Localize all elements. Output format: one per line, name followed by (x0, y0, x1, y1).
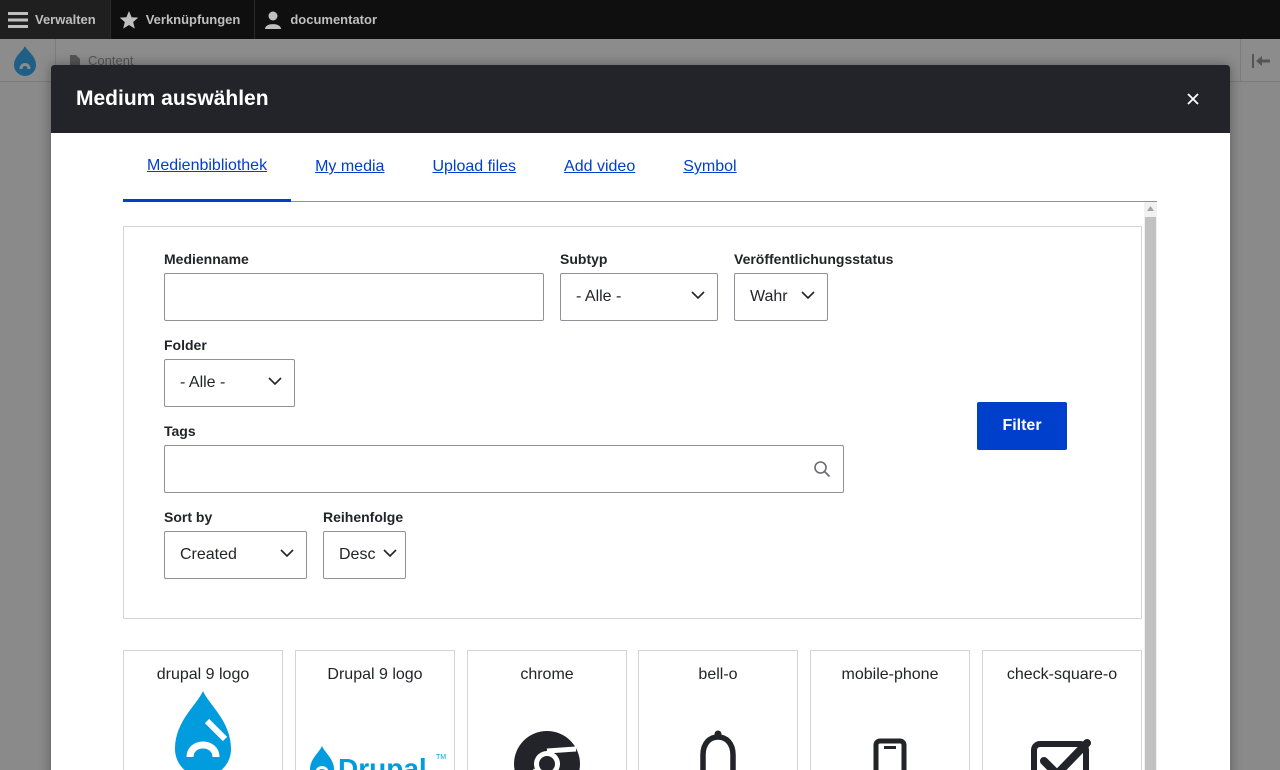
hamburger-icon (8, 11, 28, 28)
subtype-value: - Alle - (576, 288, 622, 305)
subtype-select[interactable]: - Alle - (560, 273, 718, 321)
order-label: Reihenfolge (323, 509, 404, 525)
chevron-down-icon (268, 377, 282, 386)
close-button[interactable] (1181, 87, 1205, 111)
svg-text:TM: TM (436, 754, 446, 761)
status-value: Wahr (750, 288, 788, 305)
search-icon (814, 461, 831, 478)
media-item[interactable]: drupal 9 logo (123, 650, 283, 770)
status-select[interactable]: Wahr (734, 273, 828, 321)
media-item-title: bell-o (698, 666, 738, 683)
media-item-title: check-square-o (1006, 666, 1118, 683)
dialog-header: Medium auswählen (51, 65, 1230, 133)
manage-label: Verwalten (35, 12, 96, 27)
scrollbar-thumb[interactable] (1145, 217, 1156, 770)
media-name-label: Medienname (164, 251, 249, 267)
drupal-drop-logo-icon (124, 691, 282, 770)
sort-by-value: Created (180, 546, 237, 563)
user-label: documentator (290, 12, 377, 27)
sort-by-select[interactable]: Created (164, 531, 307, 579)
sort-by-label: Sort by (164, 509, 213, 525)
bell-icon (639, 691, 797, 770)
drupal-logo (10, 45, 40, 82)
media-item[interactable]: chrome (467, 650, 627, 770)
chrome-icon (468, 691, 626, 770)
chevron-down-icon (280, 549, 294, 558)
media-item[interactable]: bell-o (638, 650, 798, 770)
media-source-tabs: Medienbibliothek My media Upload files A… (123, 133, 1157, 202)
folder-value: - Alle - (180, 374, 226, 391)
folder-select[interactable]: - Alle - (164, 359, 295, 407)
chevron-down-icon (691, 291, 705, 300)
shortcuts-button[interactable]: Verknüpfungen (109, 0, 255, 39)
drupal-wordmark-logo-icon: Drupal TM (296, 691, 454, 770)
scrollbar[interactable] (1144, 202, 1157, 770)
svg-text:Drupal: Drupal (338, 753, 427, 770)
collapse-toolbar-button[interactable] (1240, 39, 1280, 82)
media-item-title: Drupal 9 logo (327, 666, 423, 683)
tab-medienbibliothek[interactable]: Medienbibliothek (123, 133, 292, 202)
tab-upload-files[interactable]: Upload files (408, 133, 540, 201)
dialog-title: Medium auswählen (76, 87, 269, 110)
tags-label: Tags (164, 423, 196, 439)
admin-toolbar: Verwalten Verknüpfungen documentator (0, 0, 1280, 39)
status-label: Veröffentlichungsstatus (734, 251, 894, 267)
close-icon (1187, 93, 1199, 105)
subtype-label: Subtyp (560, 251, 608, 267)
chevron-down-icon (801, 291, 815, 300)
exposed-filter-form: Medienname Subtyp - Alle - Veröffentlich… (123, 226, 1142, 619)
user-menu-button[interactable]: documentator (254, 0, 391, 39)
chevron-down-icon (383, 549, 397, 558)
media-name-input[interactable] (164, 273, 544, 321)
folder-label: Folder (164, 337, 207, 353)
shortcuts-label: Verknüpfungen (145, 12, 241, 27)
order-select[interactable]: Desc (323, 531, 406, 579)
scroll-up-arrow-icon[interactable] (1144, 202, 1157, 215)
manage-menu-button[interactable]: Verwalten (0, 0, 110, 39)
media-grid: drupal 9 logo Drupal 9 logo Drupal TM chr… (123, 650, 1143, 770)
media-item[interactable]: check-square-o (982, 650, 1142, 770)
tags-autocomplete-input[interactable] (164, 445, 844, 493)
mobile-phone-icon (811, 691, 969, 770)
order-value: Desc (339, 546, 376, 563)
media-item[interactable]: Drupal 9 logo Drupal TM (295, 650, 455, 770)
media-item-title: mobile-phone (841, 666, 939, 683)
user-icon (265, 11, 282, 29)
check-square-icon (983, 691, 1141, 770)
filter-button[interactable]: Filter (977, 402, 1067, 450)
star-icon (119, 10, 139, 29)
tab-my-media[interactable]: My media (291, 133, 408, 201)
media-select-dialog: Medium auswählen Medienbibliothek My med… (51, 65, 1230, 770)
tab-add-video[interactable]: Add video (540, 133, 659, 201)
media-item-title: chrome (520, 666, 574, 683)
media-item-title: drupal 9 logo (156, 666, 250, 683)
collapse-icon (1251, 53, 1270, 68)
media-item[interactable]: mobile-phone (810, 650, 970, 770)
tab-symbol[interactable]: Symbol (659, 133, 760, 201)
